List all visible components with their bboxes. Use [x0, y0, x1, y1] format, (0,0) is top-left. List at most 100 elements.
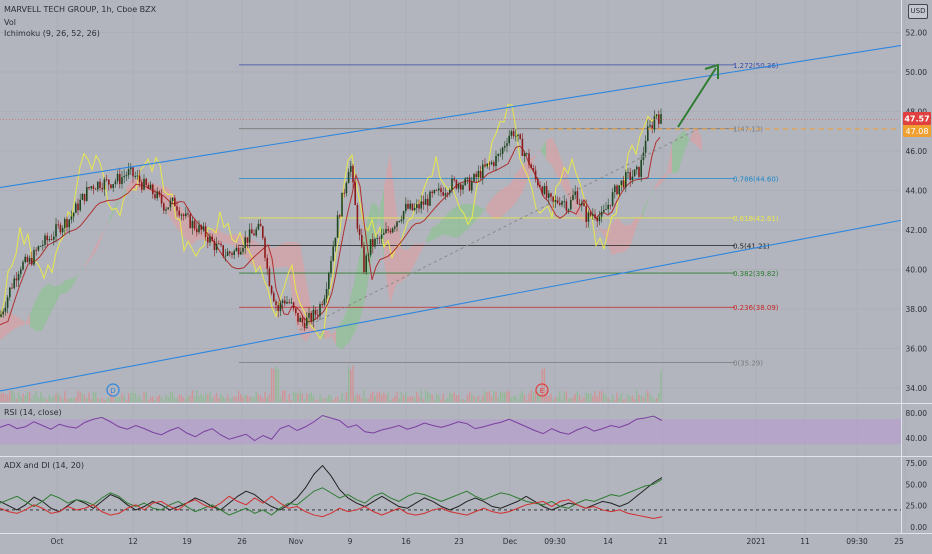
volume-bar	[295, 392, 297, 402]
adx-legend[interactable]: ADX and DI (14, 20)	[4, 461, 84, 470]
volume-bar	[68, 398, 70, 402]
volume-bar	[629, 396, 631, 402]
candle-body	[532, 168, 535, 171]
volume-bar	[587, 393, 590, 402]
volume-bar	[123, 395, 125, 402]
volume-bar	[321, 397, 323, 402]
candle-body	[116, 173, 119, 182]
candle-body	[493, 162, 495, 167]
candle-body	[330, 260, 332, 274]
volume-bar	[387, 392, 389, 402]
volume-bar	[420, 390, 422, 402]
rsi-band	[0, 419, 901, 445]
volume-bar	[17, 391, 20, 402]
candle-body	[497, 154, 499, 157]
volume-bar	[653, 399, 656, 402]
candle-body	[609, 204, 612, 206]
volume-bar	[605, 395, 607, 402]
volume-bar	[39, 391, 42, 402]
volume-legend[interactable]: Vol	[4, 18, 16, 27]
candle-body	[394, 226, 396, 229]
volume-bar	[246, 395, 249, 402]
candle-body	[53, 236, 55, 240]
volume-bar	[11, 390, 13, 402]
candle-body	[367, 255, 370, 256]
candle-body	[97, 181, 99, 190]
candle-body	[578, 203, 581, 205]
volume-bar	[204, 393, 207, 402]
volume-bar	[596, 396, 598, 402]
candle-body	[343, 192, 345, 194]
candle-body	[169, 200, 172, 208]
candle-body	[240, 251, 242, 255]
candle-body	[592, 214, 594, 216]
candle-body	[125, 175, 128, 177]
candle-body	[565, 201, 568, 211]
volume-bar	[583, 397, 585, 402]
volume-bar	[585, 392, 587, 402]
time-tick-label: 14	[603, 537, 613, 546]
volume-bar	[178, 395, 180, 402]
fib-level-label: 0.236(38.09)	[733, 304, 779, 312]
volume-bar	[651, 396, 653, 402]
volume-bar	[649, 394, 651, 402]
candle-body	[290, 302, 293, 304]
volume-bar	[572, 397, 574, 402]
volume-bar	[279, 397, 282, 402]
volume-bar	[185, 398, 187, 402]
candle-body	[567, 209, 570, 211]
volume-bar	[37, 397, 40, 402]
volume-bar	[290, 399, 293, 402]
volume-bar	[255, 391, 257, 402]
rsi-legend[interactable]: RSI (14, close)	[4, 408, 62, 417]
candle-body	[262, 226, 264, 238]
volume-bar	[222, 396, 224, 402]
volume-bar	[165, 394, 167, 402]
candle-body	[462, 185, 464, 190]
candle-body	[620, 180, 623, 186]
candle-body	[521, 138, 524, 156]
adx-tick-label: 75.00	[906, 459, 928, 468]
currency-button[interactable]: USD	[908, 4, 928, 19]
symbol-title[interactable]: MARVELL TECH GROUP, 1h, Cboe BZX	[4, 5, 156, 14]
candle-body	[543, 186, 546, 194]
volume-bar	[182, 397, 185, 402]
volume-bar	[380, 394, 383, 402]
candle-body	[435, 189, 438, 191]
rsi-pane[interactable]	[0, 414, 901, 445]
volume-bar	[438, 395, 440, 402]
cloud-segment	[276, 243, 282, 268]
volume-bar	[517, 399, 519, 402]
volume-bar	[598, 391, 601, 402]
candle-body	[376, 238, 378, 240]
volume-bar	[488, 391, 491, 402]
candle-body	[46, 235, 48, 241]
volume-bar	[180, 394, 183, 402]
volume-bar	[310, 392, 312, 402]
volume-bar	[15, 398, 18, 402]
volume-bar	[268, 394, 271, 402]
candle-body	[598, 216, 601, 222]
candle-body	[86, 187, 88, 201]
candle-body	[156, 191, 158, 199]
chart-background	[0, 0, 932, 550]
volume-bar	[455, 395, 458, 402]
volume-bar	[26, 391, 29, 402]
candle-body	[251, 229, 253, 234]
volume-bar	[462, 399, 464, 402]
candle-body	[354, 182, 356, 205]
candle-body	[477, 170, 480, 178]
candle-body	[446, 193, 449, 195]
chart-canvas[interactable]: 1.272(50.36)1(47.13)0.786(44.60)0.618(42…	[0, 0, 932, 550]
volume-bar	[631, 395, 634, 402]
volume-bar	[2, 392, 4, 402]
adx-tick-label: 0.00	[910, 523, 927, 532]
candle-body	[528, 153, 530, 165]
candle-body	[178, 210, 180, 216]
candle-body	[506, 143, 508, 146]
volume-bar	[59, 396, 62, 402]
candle-body	[138, 175, 141, 182]
ichimoku-legend[interactable]: Ichimoku (9, 26, 52, 26)	[4, 29, 100, 38]
candle-body	[589, 212, 592, 216]
volume-bar	[548, 395, 550, 402]
